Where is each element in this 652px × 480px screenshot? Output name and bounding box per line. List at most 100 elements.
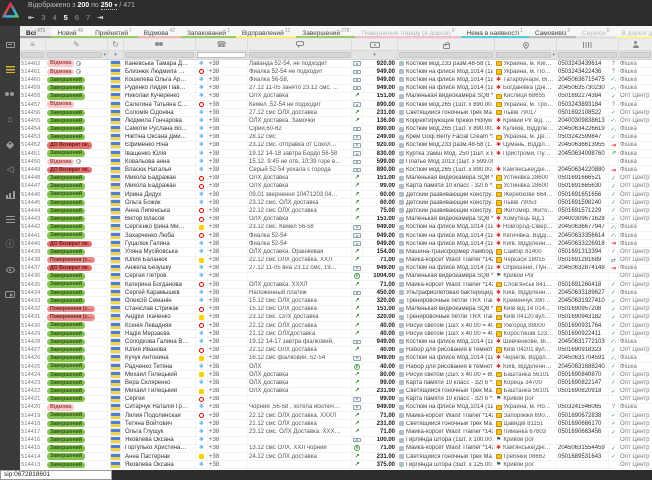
phone-number[interactable]: +38 bbox=[208, 379, 248, 386]
order-row[interactable]: 514429ЗавершенийНадія Мерзаєва❄+3821.12 … bbox=[20, 330, 652, 338]
order-row[interactable]: 514444ЗавершенийАнна Липенська+3822.12 с… bbox=[20, 207, 652, 215]
phone-number[interactable]: +38 bbox=[208, 257, 248, 264]
phone-number[interactable]: +38 bbox=[208, 183, 248, 190]
announce-icon[interactable]: ◁ bbox=[0, 157, 20, 182]
order-row[interactable]: 514428ЗавершенийСолодкова Галина В…❄+381… bbox=[20, 338, 652, 346]
phone-number[interactable]: +38 bbox=[208, 248, 248, 255]
order-row[interactable]: 514421ЗавершенийСергей+3899.00Карта памя… bbox=[20, 396, 652, 404]
orders-icon[interactable] bbox=[0, 57, 20, 82]
tracking-number[interactable]: 0501690931764 bbox=[557, 322, 609, 329]
order-row[interactable]: 514413ЗавершенийЯковлева Оксана❄+38↗375.… bbox=[20, 461, 652, 469]
tracking-number[interactable]: 20450636613955 bbox=[557, 142, 609, 149]
tab-out-of-stock[interactable]: Нема в наявності1 bbox=[461, 26, 529, 38]
tracking-number[interactable]: 0501691666521 bbox=[557, 175, 609, 182]
phone-number[interactable]: +38 bbox=[208, 216, 248, 223]
tracking-number[interactable]: 0501692108522 bbox=[557, 109, 609, 116]
order-row[interactable]: 514415ЗавершенийГоргулько Христина…❄+381… bbox=[20, 445, 652, 453]
phone-number[interactable]: +38 bbox=[208, 126, 248, 133]
order-row[interactable]: 514417ЗавершенийОльга Глущук❄+3823.12 см… bbox=[20, 428, 652, 436]
tab-packed[interactable]: Запакований1 bbox=[181, 26, 236, 38]
phone-number[interactable]: +38 bbox=[208, 199, 248, 206]
phone-number[interactable]: +38 bbox=[208, 445, 248, 452]
tracking-number[interactable]: 0503243422436 bbox=[557, 68, 609, 75]
filter-total[interactable]: ▾ bbox=[352, 51, 398, 59]
tracking-number[interactable]: 20450636715475 bbox=[557, 76, 609, 83]
products-column-header[interactable] bbox=[398, 39, 495, 50]
filter-comment[interactable] bbox=[248, 51, 352, 59]
tracking-number[interactable]: 20450635730230 bbox=[557, 85, 609, 92]
filter-customer[interactable] bbox=[124, 51, 196, 59]
filter-input[interactable] bbox=[197, 52, 246, 58]
video-icon[interactable] bbox=[0, 282, 20, 307]
phone-number[interactable]: +38 bbox=[208, 117, 248, 124]
phone-number[interactable]: +38 bbox=[208, 175, 248, 182]
tab-return-in-transit[interactable]: Повернення товару (в дорозі)0 bbox=[355, 26, 460, 38]
page-button-7[interactable]: 7 bbox=[86, 13, 90, 22]
order-row[interactable]: 514420ВідмоваСитарчук Наталія Гр…❄+38Чор… bbox=[20, 404, 652, 412]
order-row[interactable]: 514450ВідмоваКовальова анна❄+3815.12. 9:… bbox=[20, 158, 652, 166]
order-row[interactable]: 514462ВідмоваКаневська Тамара Д…❄+38Лава… bbox=[20, 60, 652, 68]
tracking-number[interactable] bbox=[557, 273, 609, 280]
tracking-number[interactable]: 0501691571229 bbox=[557, 207, 609, 214]
order-row[interactable]: 514414ЗавершенийАнна Пастернак+3824.12 с… bbox=[20, 453, 652, 461]
tracking-number[interactable]: 0501691598240 bbox=[557, 199, 609, 206]
order-row[interactable]: 514416ЗавершенийЯковлева Оксана❄+38100.0… bbox=[20, 437, 652, 445]
clients-icon[interactable] bbox=[0, 82, 20, 107]
source-column-header[interactable] bbox=[619, 39, 652, 50]
filter-order-id[interactable] bbox=[20, 51, 46, 59]
phone-number[interactable]: +38 bbox=[208, 428, 248, 435]
tracking-number[interactable]: 0501690922411 bbox=[557, 330, 609, 337]
phone-number[interactable]: +38 bbox=[208, 93, 248, 100]
phone-number[interactable]: +38 bbox=[208, 158, 248, 165]
order-row[interactable]: 514455ЗавершенийЛюдмила Гончарова❄+38ОЛХ… bbox=[20, 117, 652, 125]
phone-number[interactable]: +38 bbox=[208, 76, 248, 83]
order-row[interactable]: 514436ЗавершенийСергей Петров❄+38₴1004.0… bbox=[20, 273, 652, 281]
tab-shipped[interactable]: Відправлений12 bbox=[236, 26, 296, 38]
tracking-number[interactable]: 0501690666170 bbox=[557, 420, 609, 427]
order-row[interactable]: 514441ЗавершенийЗахарченко Люба+38Фиалка… bbox=[20, 232, 652, 240]
tracking-number[interactable] bbox=[557, 437, 609, 444]
tracking-number[interactable]: 0501690918323 bbox=[557, 347, 609, 354]
phone-number[interactable]: +38 bbox=[208, 388, 248, 395]
order-row[interactable]: 514440ДО Возврат ок.Гуцалюк Галина❄+38Фи… bbox=[20, 240, 652, 248]
order-row[interactable]: 514418ЗавершенийТетяна Войтович❄+3821.12… bbox=[20, 420, 652, 428]
tracking-number[interactable]: 0501690822147 bbox=[557, 379, 609, 386]
tags-icon[interactable] bbox=[0, 132, 20, 157]
phone-number[interactable]: +38 bbox=[208, 461, 248, 468]
phone-number[interactable]: +38 bbox=[208, 240, 248, 247]
order-row[interactable]: 514419ЗавершенийЛилия Подолинская+3822.1… bbox=[20, 412, 652, 420]
filter-delivery[interactable]: ▾ bbox=[495, 51, 557, 59]
tracking-number[interactable]: 20450631772103 bbox=[557, 338, 609, 345]
order-id-column-header[interactable]: ≡ bbox=[20, 39, 46, 50]
tracking-number[interactable]: 0501690957208 bbox=[557, 306, 609, 313]
phone-number[interactable]: +38 bbox=[208, 297, 248, 304]
order-row[interactable]: 514437ДО Возврат ок.Анжела Безушку❄+3827… bbox=[20, 265, 652, 273]
order-row[interactable]: 514454ЗавершенийСамотій Руслана Во…❄+38С… bbox=[20, 126, 652, 134]
order-row[interactable]: 514431Повернення (з…Андрій Ткаченко+3823… bbox=[20, 314, 652, 322]
phone-number[interactable]: +38 bbox=[208, 420, 248, 427]
tracking-number[interactable]: 20450634226619 bbox=[557, 126, 609, 133]
tracking-number[interactable]: 0501690943182 bbox=[557, 314, 609, 321]
phone-number[interactable]: +38 bbox=[208, 437, 248, 444]
tracking-number[interactable]: 0501691281689 bbox=[557, 257, 609, 264]
phone-number[interactable]: +38 bbox=[208, 330, 248, 337]
order-row[interactable]: 514447ЗавершенийМикола Бадражан+38ОЛХ до… bbox=[20, 183, 652, 191]
tools-icon[interactable] bbox=[0, 207, 20, 232]
tracking-number[interactable]: 20450633189627 bbox=[557, 289, 609, 296]
phone-number[interactable]: +38 bbox=[208, 85, 248, 92]
tab-refused[interactable]: Відмова42 bbox=[138, 26, 181, 38]
watch-icon[interactable] bbox=[0, 257, 20, 282]
tracking-number[interactable]: 20400309838613 bbox=[557, 117, 609, 124]
filter-tracking[interactable] bbox=[557, 51, 619, 59]
tab-new[interactable]: Новий48 bbox=[51, 26, 89, 38]
phone-number[interactable]: +38 bbox=[208, 347, 248, 354]
filter-flag[interactable]: ▾ bbox=[108, 51, 124, 59]
order-row[interactable]: 514425ЗавершенийРадченко Тетяна❄+38ОЛХ₴4… bbox=[20, 363, 652, 371]
phone-number[interactable]: +38 bbox=[208, 306, 248, 313]
phone-number[interactable]: +38 bbox=[208, 134, 248, 141]
order-row[interactable]: 514457ВідмоваСалегина Татьяна С…+38Кемел… bbox=[20, 101, 652, 109]
page-button-4[interactable]: 4 bbox=[52, 13, 56, 22]
tracking-number[interactable]: 20450636677947 bbox=[557, 224, 609, 231]
tracking-number[interactable]: 0501690840870 bbox=[557, 371, 609, 378]
tracking-number[interactable]: 0503243893184 bbox=[557, 101, 609, 108]
